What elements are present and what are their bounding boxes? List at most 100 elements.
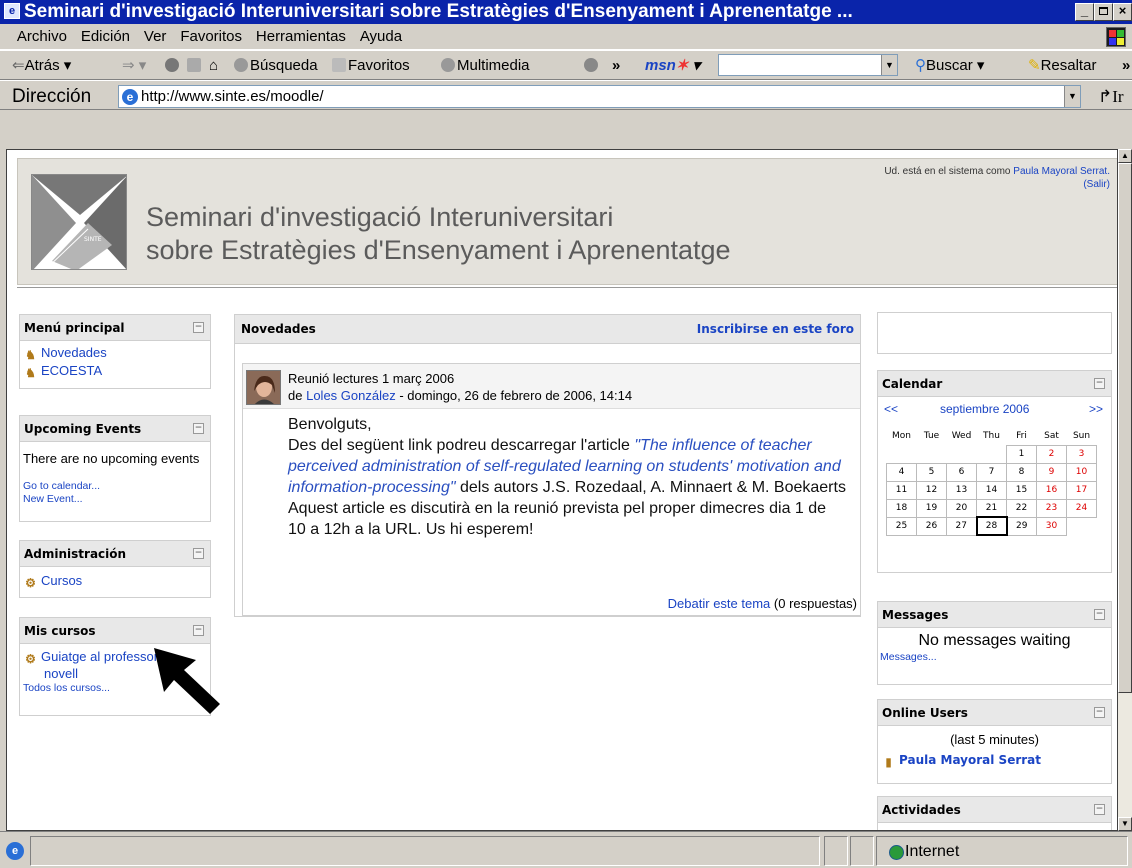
author-link[interactable]: Loles González [306,388,396,403]
admin-item-cursos[interactable]: ⚙ Cursos [23,572,207,590]
scrollbar-thumb[interactable] [1118,163,1132,693]
address-dropdown-arrow[interactable]: ▼ [1064,86,1080,107]
collapse-toggle[interactable]: − [1094,804,1105,815]
menu-favoritos[interactable]: Favoritos [175,24,247,50]
maximize-button[interactable] [1094,3,1113,21]
collapse-toggle[interactable]: − [1094,378,1105,389]
collapse-toggle[interactable]: − [1094,609,1105,620]
messages-link[interactable]: Messages... [880,651,937,663]
calendar-day[interactable]: 10 [1066,462,1097,482]
home-icon: ⌂ [209,57,219,74]
minimize-button[interactable]: _ [1075,3,1094,21]
calendar-day[interactable]: 21 [976,498,1007,518]
discuss-topic-link[interactable]: Debatir este tema [668,596,771,611]
calendar-day[interactable]: 13 [946,480,977,500]
resaltar-button[interactable]: ✎Resaltar [1028,55,1096,77]
collapse-toggle[interactable]: − [193,423,204,434]
favorites-button[interactable]: Favoritos [332,55,410,77]
collapse-toggle[interactable]: − [193,548,204,559]
block-header: Menú principal − [20,315,210,341]
msn-dropdown-arrow[interactable]: ▼ [881,55,897,75]
address-input[interactable]: e http://www.sinte.es/moodle/ ▼ [118,85,1081,108]
calendar-day[interactable]: 2 [1036,444,1067,464]
collapse-toggle[interactable]: − [193,625,204,636]
collapse-toggle[interactable]: − [193,322,204,333]
header-divider [17,287,1117,288]
calendar-day[interactable]: 27 [946,516,977,536]
course-icon: ⚙ [25,652,36,666]
logout-link[interactable]: (Salir) [1083,179,1110,190]
menu-item-novedades[interactable]: ♞ Novedades [23,344,207,362]
calendar-day[interactable]: 12 [916,480,947,500]
calendar-day[interactable]: 14 [976,480,1007,500]
favorites-icon [332,58,346,72]
forum-header: Novedades Inscribirse en este foro [234,314,861,344]
go-to-calendar-link[interactable]: Go to calendar... [23,480,100,492]
calendar-day[interactable]: 17 [1066,480,1097,500]
toolbar-overflow-2[interactable]: » [1122,55,1130,77]
scroll-down-button[interactable]: ▼ [1118,817,1132,831]
menu-item-ecoesta[interactable]: ♞ ECOESTA [23,362,207,380]
month-link[interactable]: septiembre 2006 [940,397,1029,421]
prev-month-link[interactable]: << [884,397,898,421]
menu-herramientas[interactable]: Herramientas [251,24,351,50]
history-button[interactable] [584,55,600,77]
new-event-link[interactable]: New Event... [23,493,83,505]
menu-ayuda[interactable]: Ayuda [355,24,407,50]
calendar-day[interactable]: 9 [1036,462,1067,482]
back-button[interactable]: ⇐Atrás ▾ [12,55,71,77]
menu-ver[interactable]: Ver [139,24,172,50]
block-header: Actividades − [878,797,1111,823]
msn-search-input[interactable]: ▼ [718,54,898,76]
calendar-day[interactable]: 18 [886,498,917,518]
stop-button[interactable] [165,55,181,77]
weekday-header: Sun [1072,430,1091,441]
calendar-block: Calendar − << septiembre 2006 >> Mon Tue We… [877,370,1112,573]
calendar-day[interactable]: 30 [1036,516,1067,536]
home-button[interactable]: ⌂ [209,55,218,77]
calendar-day[interactable]: 15 [1006,480,1037,500]
media-button[interactable]: Multimedia [441,55,530,77]
go-button[interactable]: ↱Ir [1098,87,1124,107]
calendar-day[interactable]: 23 [1036,498,1067,518]
online-user-link[interactable]: Paula Mayoral Serrat [899,753,1041,767]
calendar-day[interactable]: 16 [1036,480,1067,500]
toolbar-overflow[interactable]: » [612,55,620,77]
collapse-toggle[interactable]: − [1094,707,1105,718]
msn-button[interactable]: msn✶ ▾ [645,55,700,77]
calendar-day[interactable]: 6 [946,462,977,482]
next-month-link[interactable]: >> [1089,397,1103,421]
activities-block: Actividades − [877,796,1112,830]
search-button[interactable]: Búsqueda [234,55,318,77]
calendar-day[interactable]: 1 [1006,444,1037,464]
weekday-header: Mon [892,431,911,441]
calendar-day[interactable]: 7 [976,462,1007,482]
subscribe-link[interactable]: Inscribirse en este foro [697,315,854,343]
buscar-button[interactable]: ⚲Buscar ▾ [915,55,984,77]
all-courses-link[interactable]: Todos los cursos... [23,682,110,694]
avatar[interactable] [246,370,281,405]
vertical-scrollbar[interactable]: ▲ ▼ [1118,149,1132,831]
calendar-day[interactable]: 22 [1006,498,1037,518]
menu-edicion[interactable]: Edición [76,24,135,50]
calendar-day[interactable]: 4 [886,462,917,482]
calendar-day[interactable]: 11 [886,480,917,500]
calendar-day[interactable]: 19 [916,498,947,518]
calendar-day[interactable]: 25 [886,516,917,536]
login-user-link[interactable]: Paula Mayoral Serrat. [1013,166,1110,177]
close-button[interactable]: × [1113,3,1132,21]
calendar-day[interactable]: 29 [1006,516,1037,536]
refresh-button[interactable] [187,55,203,77]
calendar-day[interactable]: 8 [1006,462,1037,482]
window-title-bar[interactable]: e Seminari d'investigació Interuniversita… [0,0,1132,24]
calendar-day[interactable]: 5 [916,462,947,482]
forward-button[interactable]: ⇒ ▾ [122,55,146,77]
menu-archivo[interactable]: Archivo [12,24,72,50]
calendar-day[interactable]: 26 [916,516,947,536]
forum-icon: ♞ [25,366,36,380]
calendar-day[interactable]: 20 [946,498,977,518]
calendar-day[interactable]: 24 [1066,498,1097,518]
calendar-day[interactable]: 28 [975,516,1008,536]
calendar-day[interactable]: 3 [1066,444,1097,464]
scroll-up-button[interactable]: ▲ [1118,149,1132,163]
